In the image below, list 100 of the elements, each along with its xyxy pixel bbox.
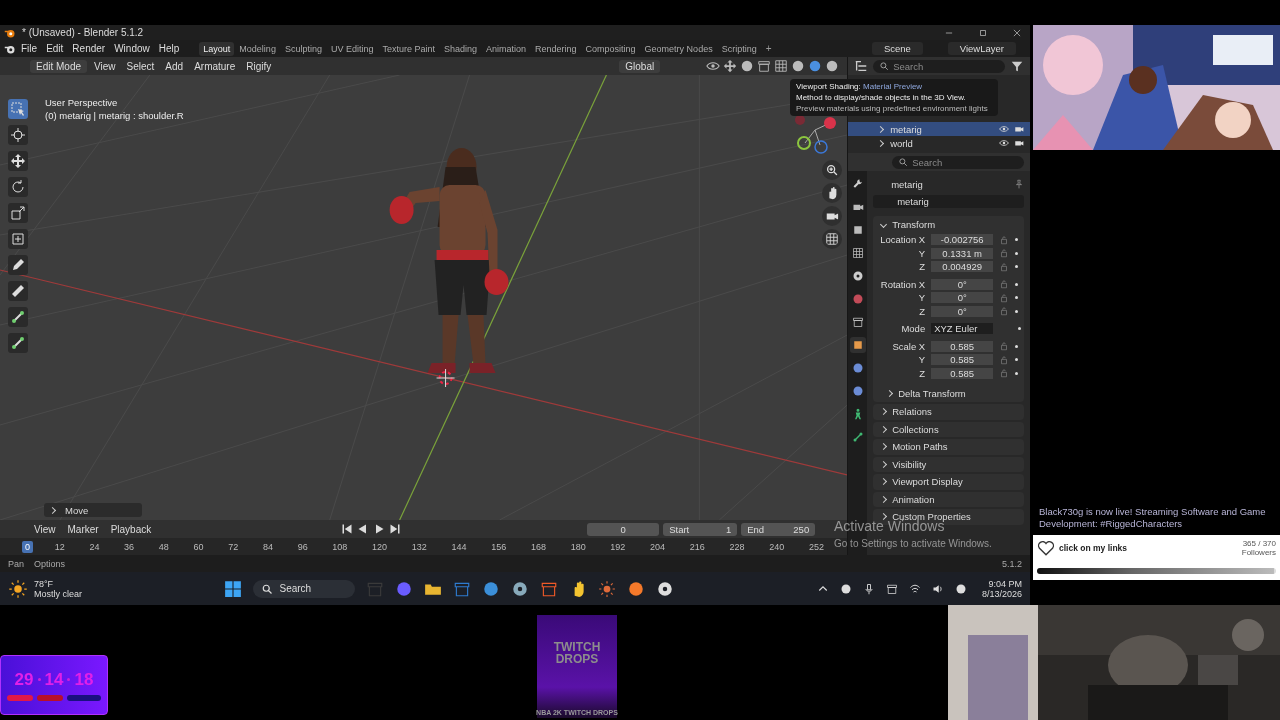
number-field[interactable]: 0°: [931, 278, 994, 290]
bone-icon[interactable]: [8, 307, 28, 327]
menu-item[interactable]: File: [17, 42, 42, 55]
keyframe-dot[interactable]: [1015, 309, 1019, 313]
keyframe-dot[interactable]: [1015, 296, 1019, 300]
number-field[interactable]: 0°: [931, 305, 994, 317]
keyframe-dot[interactable]: [1015, 238, 1019, 242]
workspace-tab[interactable]: Geometry Nodes: [640, 41, 717, 56]
menu-item[interactable]: Armature: [190, 59, 240, 73]
play-icon[interactable]: [373, 523, 386, 535]
workspace-tab[interactable]: Sculpting: [280, 41, 326, 56]
number-field[interactable]: 0.1331 m: [931, 247, 994, 259]
clock-date[interactable]: 8/13/2026: [981, 588, 1022, 599]
close-icon[interactable]: [1012, 27, 1022, 38]
grid-icon[interactable]: [774, 59, 789, 73]
eye-icon[interactable]: [999, 138, 1009, 148]
list-icon[interactable]: [854, 59, 869, 73]
skip-start-icon[interactable]: [341, 523, 354, 535]
add-workspace-button[interactable]: +: [761, 42, 776, 55]
number-field[interactable]: 0°: [931, 292, 994, 304]
rotate-icon[interactable]: [8, 177, 28, 197]
workspace-tab[interactable]: Layout: [199, 41, 235, 56]
rotation-mode-dropdown[interactable]: XYZ Euler: [931, 323, 994, 335]
menu-item[interactable]: Edit: [42, 42, 68, 55]
current-frame-field[interactable]: 0: [587, 522, 660, 536]
grid-icon[interactable]: [822, 229, 842, 249]
mode-dropdown[interactable]: Edit Mode: [30, 59, 88, 73]
workspace-tab[interactable]: Rendering: [531, 41, 581, 56]
menu-item[interactable]: Rigify: [242, 59, 276, 73]
outliner-row[interactable]: metarig: [848, 122, 1030, 136]
number-field[interactable]: 0.004929: [931, 261, 994, 273]
workspace-tab[interactable]: Modeling: [235, 41, 280, 56]
camera-icon[interactable]: [822, 206, 842, 226]
move-arrows-icon[interactable]: [8, 151, 28, 171]
workspace-tab[interactable]: UV Editing: [326, 41, 378, 56]
box-icon[interactable]: [757, 59, 772, 73]
menu-item[interactable]: Render: [68, 42, 110, 55]
view-layer-selector[interactable]: ViewLayer: [947, 42, 1016, 55]
outliner-row[interactable]: world: [848, 136, 1030, 150]
camera-icon[interactable]: [1014, 138, 1024, 148]
transform-icon[interactable]: [8, 229, 28, 249]
menu-item[interactable]: Select: [122, 59, 159, 73]
bone-icon[interactable]: [8, 333, 28, 353]
eye-icon[interactable]: [706, 59, 721, 73]
keyframe-dot[interactable]: [1015, 358, 1019, 362]
keyframe-dot[interactable]: [1015, 265, 1019, 269]
skip-end-icon[interactable]: [389, 523, 402, 535]
number-field[interactable]: 0.585: [931, 340, 994, 352]
panel-header[interactable]: Viewport Display: [873, 474, 1024, 490]
last-operator-panel[interactable]: Move: [44, 503, 142, 517]
menu-item[interactable]: Playback: [106, 522, 156, 536]
sun-icon[interactable]: [598, 579, 617, 598]
panel-header[interactable]: Animation: [873, 491, 1024, 507]
workspace-tab[interactable]: Animation: [482, 41, 531, 56]
camera-icon[interactable]: [1014, 124, 1024, 134]
pencil-icon[interactable]: [8, 255, 28, 275]
sun-icon[interactable]: [8, 578, 28, 599]
keyframe-dot[interactable]: [1015, 371, 1019, 375]
name-field[interactable]: metarig: [873, 195, 1024, 208]
windows-icon[interactable]: [224, 579, 243, 598]
square-icon[interactable]: [849, 337, 866, 353]
keyframe-dot[interactable]: [1015, 282, 1019, 286]
menu-item[interactable]: View: [90, 59, 120, 73]
keyframe-dot[interactable]: [1015, 344, 1019, 348]
scale-icon[interactable]: [8, 203, 28, 223]
crosshair-icon[interactable]: [8, 125, 28, 145]
workspace-tab[interactable]: Texture Paint: [378, 41, 439, 56]
end-frame-field[interactable]: End 250: [741, 522, 816, 536]
filter-icon[interactable]: [1010, 59, 1024, 73]
gear-icon[interactable]: [511, 579, 530, 598]
search-field[interactable]: Search: [892, 155, 1024, 169]
maximize-icon[interactable]: [978, 27, 988, 38]
box-icon[interactable]: [885, 582, 898, 595]
menu-item[interactable]: Add: [161, 59, 188, 73]
keyframe-dot[interactable]: [1018, 327, 1022, 331]
panel-header[interactable]: Transform: [873, 216, 1024, 233]
workspace-tab[interactable]: Shading: [440, 41, 481, 56]
menu-item[interactable]: View: [30, 522, 60, 536]
microphone-icon[interactable]: [862, 582, 875, 595]
panel-header[interactable]: Visibility: [873, 456, 1024, 472]
eye-icon[interactable]: [999, 124, 1009, 134]
ruler-icon[interactable]: [8, 281, 28, 301]
menu-item[interactable]: Window: [110, 42, 154, 55]
wifi-icon[interactable]: [908, 582, 921, 595]
number-field[interactable]: -0.002756: [931, 234, 994, 246]
menu-item[interactable]: Help: [154, 42, 184, 55]
panel-header[interactable]: Motion Paths: [873, 439, 1024, 455]
zoom-icon[interactable]: [822, 160, 842, 180]
workspace-tab[interactable]: Scripting: [717, 41, 761, 56]
panel-header[interactable]: Delta Transform: [873, 384, 1024, 402]
keyframe-dot[interactable]: [1015, 251, 1019, 255]
orientation-dropdown[interactable]: Global: [619, 59, 661, 73]
hand-icon[interactable]: [822, 183, 842, 203]
scene-selector[interactable]: Scene: [871, 42, 923, 55]
select-box-icon[interactable]: [8, 99, 28, 119]
number-field[interactable]: 0.585: [931, 354, 994, 366]
speaker-icon[interactable]: [931, 582, 944, 595]
start-frame-field[interactable]: Start 1: [663, 522, 738, 536]
gear-icon[interactable]: [656, 579, 675, 598]
search-field[interactable]: Search: [253, 579, 356, 598]
